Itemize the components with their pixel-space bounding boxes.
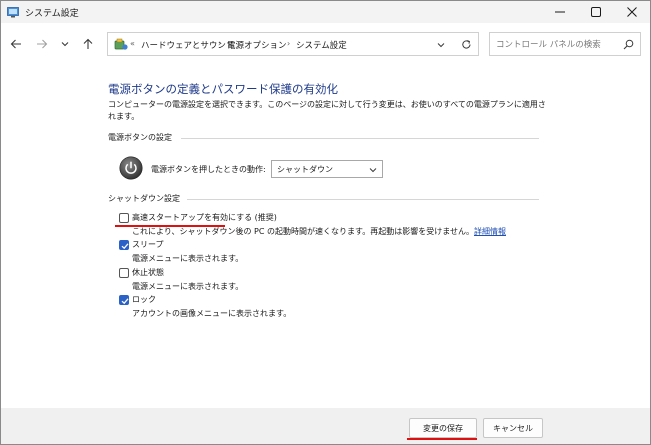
forward-arrow-icon bbox=[37, 39, 48, 49]
learn-more-link[interactable]: 詳細情報 bbox=[474, 227, 506, 236]
save-changes-button[interactable]: 変更の保存 bbox=[409, 418, 477, 438]
close-button[interactable] bbox=[614, 1, 650, 23]
sleep-description: 電源メニューに表示されます。 bbox=[132, 254, 244, 263]
fast-startup-description: これにより、シャットダウン後の PC の起動時間が速くなります。再起動は影響を受… bbox=[132, 226, 506, 237]
minimize-icon bbox=[555, 11, 565, 13]
power-button-icon bbox=[119, 156, 143, 180]
hibernate-description: 電源メニューに表示されます。 bbox=[132, 282, 244, 291]
breadcrumb-separator-icon: › bbox=[287, 39, 291, 48]
back-arrow-icon bbox=[10, 39, 21, 49]
lock-description: アカウントの画像メニューに表示されます。 bbox=[132, 309, 292, 318]
power-button-action-value: シャットダウン bbox=[277, 165, 333, 174]
page-title: 電源ボタンの定義とパスワード保護の有効化 bbox=[108, 82, 338, 96]
hibernate-label[interactable]: 休止状態 bbox=[132, 267, 164, 278]
control-panel-icon bbox=[7, 7, 19, 18]
sleep-label[interactable]: スリープ bbox=[132, 239, 164, 250]
checkmark-icon bbox=[121, 298, 129, 305]
search-box bbox=[489, 32, 641, 56]
shutdown-settings-label: シャットダウン設定 bbox=[108, 194, 180, 203]
chevron-down-icon bbox=[369, 168, 377, 173]
system-settings-window: システム設定 « ハードウェアとサウンド › 電源オプション › システム設定 bbox=[0, 0, 651, 445]
hibernate-checkbox[interactable] bbox=[119, 268, 129, 278]
maximize-icon bbox=[591, 7, 601, 17]
page-description: コンピューターの電源設定を選択できます。このページの設定に対して行う変更は、お使… bbox=[108, 100, 546, 121]
group-divider bbox=[187, 199, 539, 200]
fast-startup-checkbox[interactable] bbox=[119, 213, 129, 223]
power-options-icon bbox=[114, 38, 128, 50]
up-button[interactable] bbox=[80, 36, 96, 52]
chevron-down-icon[interactable] bbox=[437, 41, 445, 49]
group-divider bbox=[181, 138, 539, 139]
breadcrumb-overflow[interactable]: « bbox=[130, 39, 135, 48]
power-button-action-label: 電源ボタンを押したときの動作: bbox=[151, 165, 266, 174]
breadcrumb-system-settings[interactable]: システム設定 bbox=[296, 39, 347, 51]
up-arrow-icon bbox=[83, 38, 93, 49]
cancel-button[interactable]: キャンセル bbox=[483, 418, 543, 438]
window-title: システム設定 bbox=[25, 9, 79, 19]
forward-button[interactable] bbox=[34, 36, 50, 52]
sleep-checkbox[interactable] bbox=[119, 240, 129, 250]
recent-locations-button[interactable] bbox=[57, 36, 73, 52]
lock-label[interactable]: ロック bbox=[132, 294, 156, 305]
annotation-underline bbox=[407, 438, 477, 440]
search-icon[interactable] bbox=[623, 39, 634, 50]
search-input[interactable] bbox=[496, 38, 612, 51]
power-button-action-select[interactable]: シャットダウン bbox=[271, 160, 383, 178]
checkmark-icon bbox=[121, 243, 129, 250]
fast-startup-label[interactable]: 高速スタートアップを有効にする (推奨) bbox=[132, 212, 277, 223]
breadcrumb-power-options[interactable]: 電源オプション bbox=[227, 39, 287, 51]
back-button[interactable] bbox=[8, 36, 24, 52]
minimize-button[interactable] bbox=[542, 1, 578, 23]
refresh-icon[interactable] bbox=[461, 39, 472, 50]
close-icon bbox=[627, 7, 637, 17]
lock-checkbox[interactable] bbox=[119, 295, 129, 305]
power-button-settings-label: 電源ボタンの設定 bbox=[108, 133, 172, 142]
fast-startup-description-text: これにより、シャットダウン後の PC の起動時間が速くなります。再起動は影響を受… bbox=[132, 227, 474, 236]
recent-locations-icon bbox=[61, 42, 69, 47]
breadcrumb-separator-icon: › bbox=[218, 39, 222, 48]
maximize-button[interactable] bbox=[578, 1, 614, 23]
address-bar[interactable]: « ハードウェアとサウンド › 電源オプション › システム設定 bbox=[107, 32, 479, 56]
action-bar bbox=[1, 408, 650, 444]
title-bar[interactable]: システム設定 bbox=[1, 1, 650, 23]
